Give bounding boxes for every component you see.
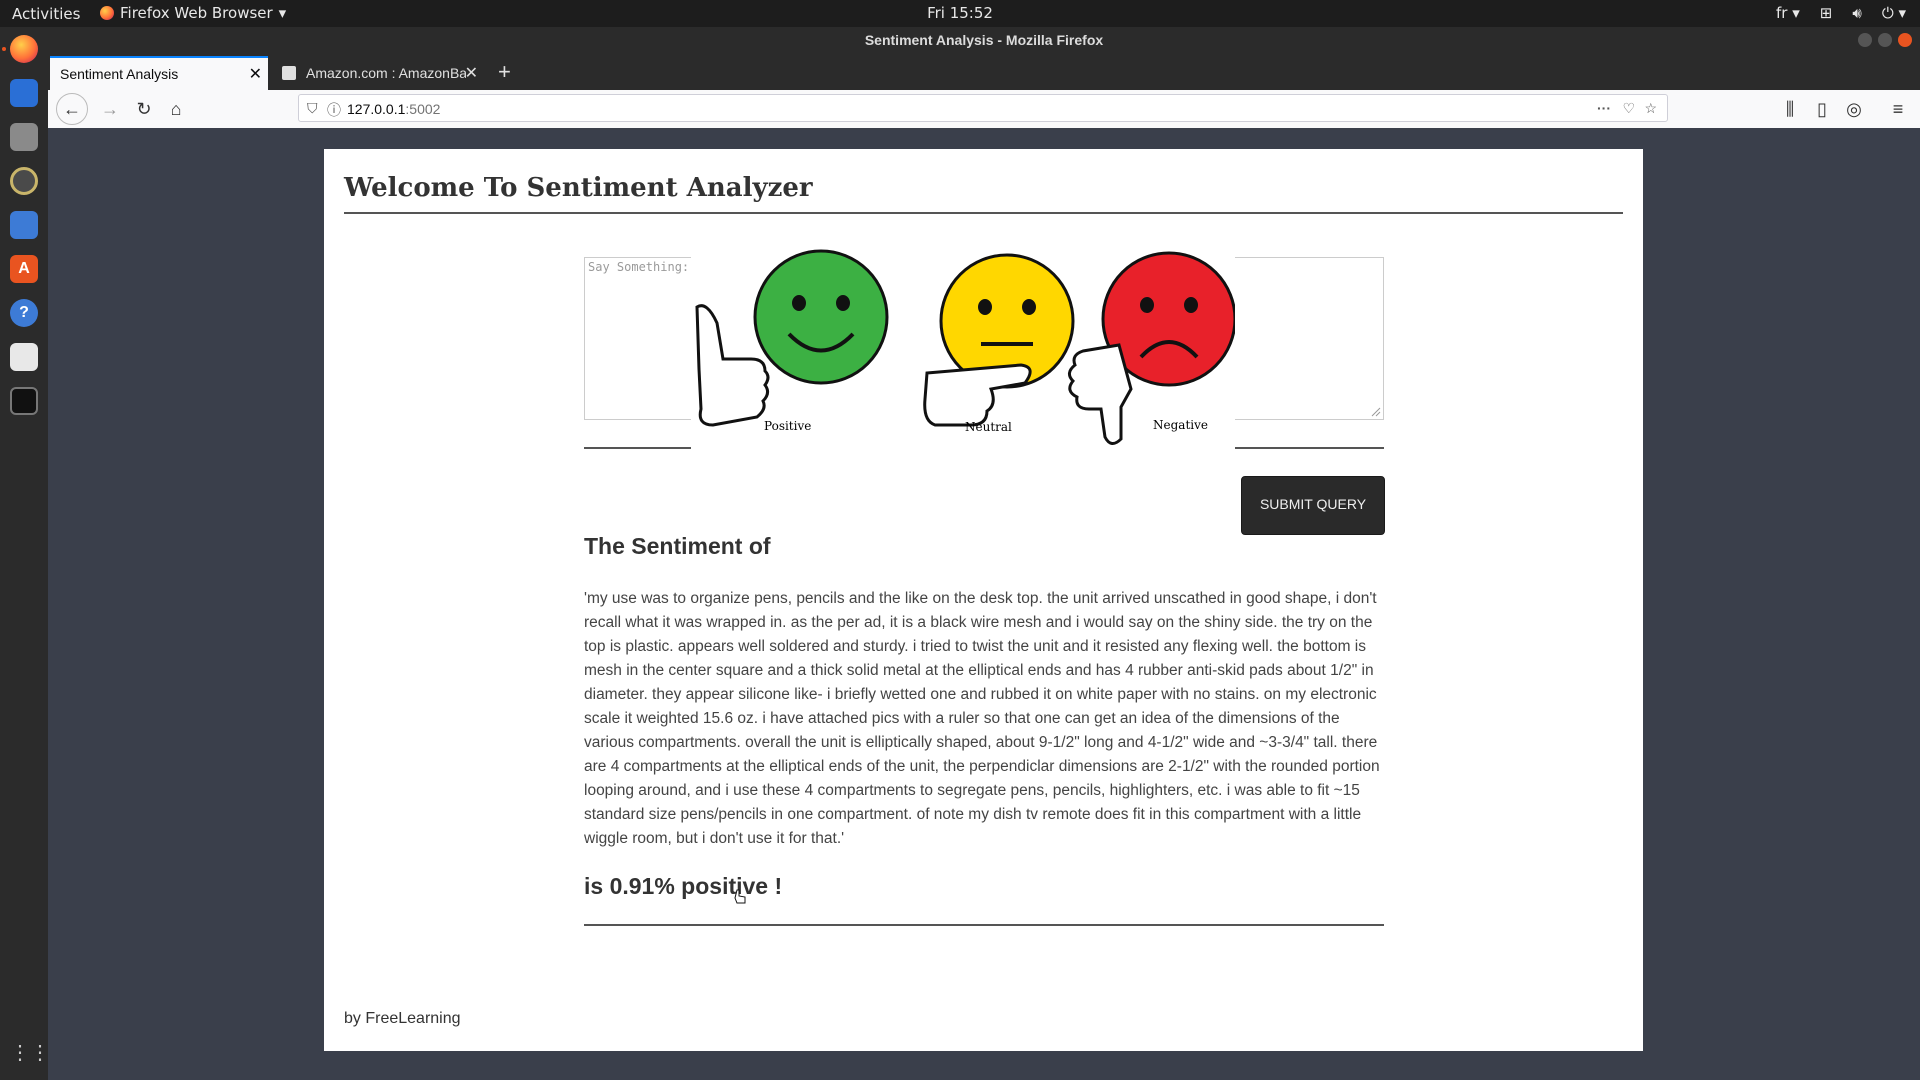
sentiment-result: is 0.91% positive ! xyxy=(584,873,783,899)
firefox-icon[interactable] xyxy=(10,35,38,63)
text-editor-icon[interactable] xyxy=(10,343,38,371)
resize-handle-icon[interactable] xyxy=(1371,407,1381,417)
minimize-button[interactable] xyxy=(1858,33,1872,47)
page-title: Welcome To Sentiment Analyzer xyxy=(344,173,813,203)
url-text: 127.0.0.1:5002 xyxy=(347,101,441,117)
back-button[interactable]: ← xyxy=(56,93,88,125)
submit-query-button[interactable]: SUBMIT QUERY xyxy=(1241,476,1385,535)
volume-icon: 🔊︎ xyxy=(1852,4,1862,22)
firefox-icon xyxy=(100,6,114,20)
thumbs-down-icon xyxy=(1068,343,1133,445)
neutral-label: Neutral xyxy=(965,420,1012,434)
sentiment-title: The Sentiment of xyxy=(584,533,771,559)
clock[interactable]: Fri 15:52 xyxy=(927,4,993,22)
show-apps-icon[interactable]: ⋮⋮⋮ xyxy=(10,1039,70,1067)
files-icon[interactable] xyxy=(10,123,38,151)
software-icon[interactable]: A xyxy=(10,255,38,283)
amazon-favicon xyxy=(282,66,296,80)
activities-button[interactable]: Activities xyxy=(12,5,80,23)
library-icon[interactable]: ⫼ xyxy=(1778,97,1802,121)
power-icon: ⏻ ▾ xyxy=(1881,4,1906,22)
shield-icon[interactable]: ⛉ xyxy=(307,100,318,117)
app-menu-label: Firefox Web Browser xyxy=(120,4,273,22)
title-divider xyxy=(344,212,1623,214)
reload-button[interactable]: ↻ xyxy=(132,97,156,121)
pocket-icon[interactable]: ♡ xyxy=(1622,100,1635,117)
rhythmbox-icon[interactable] xyxy=(10,167,38,195)
tab-label: Amazon.com : AmazonBasics xyxy=(306,65,466,81)
sentiment-emoji-image: Positive Neutral Negative xyxy=(691,249,1237,449)
sidebar-icon[interactable]: ▯ xyxy=(1810,97,1834,121)
network-icon: ⊞ xyxy=(1819,4,1833,22)
home-button[interactable]: ⌂ xyxy=(164,97,188,121)
hand-cursor-icon xyxy=(734,889,746,904)
close-tab-icon[interactable]: ✕ xyxy=(465,63,478,83)
url-bar[interactable]: ⛉ ⓘ 127.0.0.1:5002 ··· ♡ ☆ xyxy=(298,94,1668,122)
tab-bar: Sentiment Analysis ✕ Amazon.com : Amazon… xyxy=(48,53,1920,90)
system-tray[interactable]: fr ▾ ⊞ 🔊︎ ⏻ ▾ xyxy=(1776,4,1906,22)
review-text: 'my use was to organize pens, pencils an… xyxy=(584,590,1380,847)
dock: A ? ⋮⋮⋮ xyxy=(0,27,70,1080)
content-card: Welcome To Sentiment Analyzer Say Someth… xyxy=(324,149,1643,1051)
chevron-down-icon: ▾ xyxy=(278,4,287,22)
menu-icon[interactable]: ≡ xyxy=(1886,97,1910,121)
top-bar: Activities Firefox Web Browser ▾ Fri 15:… xyxy=(0,0,1920,27)
nav-bar: ← → ↻ ⌂ ⛉ ⓘ 127.0.0.1:5002 ··· ♡ ☆ ⫼ ▯ ◎… xyxy=(48,90,1920,129)
forward-button[interactable]: → xyxy=(98,97,122,121)
footer-credit: by FreeLearning xyxy=(344,1010,461,1027)
language-indicator[interactable]: fr ▾ xyxy=(1776,4,1800,22)
new-tab-button[interactable]: + xyxy=(498,59,511,85)
tab-amazon[interactable]: Amazon.com : AmazonBasics ✕ xyxy=(274,56,484,90)
thunderbird-icon[interactable] xyxy=(10,79,38,107)
terminal-icon[interactable] xyxy=(10,387,38,415)
window-title: Sentiment Analysis - Mozilla Firefox xyxy=(864,32,1104,48)
account-icon[interactable]: ◎ xyxy=(1842,97,1866,121)
bookmark-star-icon[interactable]: ☆ xyxy=(1644,100,1657,117)
thumbs-sideways-icon xyxy=(923,363,1032,427)
tab-sentiment-analysis[interactable]: Sentiment Analysis ✕ xyxy=(50,56,268,90)
maximize-button[interactable] xyxy=(1878,33,1892,47)
result-divider xyxy=(584,924,1384,926)
close-tab-icon[interactable]: ✕ xyxy=(249,64,262,84)
positive-face-icon xyxy=(753,249,889,385)
close-window-button[interactable] xyxy=(1898,33,1912,47)
info-icon[interactable]: ⓘ xyxy=(327,100,341,120)
writer-icon[interactable] xyxy=(10,211,38,239)
textarea-placeholder: Say Something: xyxy=(588,260,690,274)
window-titlebar: Sentiment Analysis - Mozilla Firefox xyxy=(48,27,1920,53)
negative-label: Negative xyxy=(1153,418,1208,432)
active-indicator xyxy=(2,47,6,51)
help-icon[interactable]: ? xyxy=(10,299,38,327)
app-menu[interactable]: Firefox Web Browser ▾ xyxy=(100,4,286,22)
positive-label: Positive xyxy=(764,419,812,433)
tab-label: Sentiment Analysis xyxy=(60,66,179,82)
page-actions-icon[interactable]: ··· xyxy=(1597,100,1611,116)
